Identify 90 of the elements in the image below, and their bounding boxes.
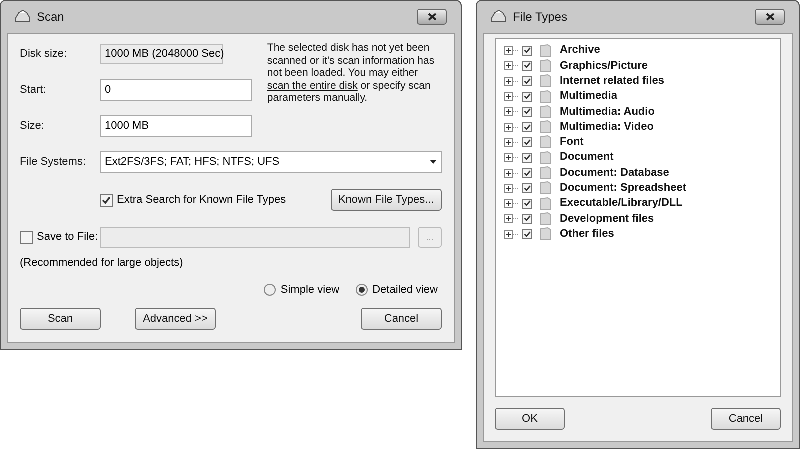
check-icon — [524, 230, 530, 238]
tree-item-label[interactable]: Multimedia: Video — [560, 118, 654, 136]
expand-icon[interactable] — [504, 230, 520, 239]
size-field[interactable]: 1000 MB — [100, 115, 252, 137]
checkbox-label: Save to File: — [37, 230, 100, 246]
folder-icon — [540, 104, 552, 119]
field-label: File Systems: — [20, 154, 88, 170]
tree-item-label[interactable]: Graphics/Picture — [560, 58, 648, 74]
dropdown-value: Ext2FS/3FS; FAT; HFS; NTFS; UFS — [105, 154, 281, 170]
tree-item-label[interactable]: Multimedia: Audio — [560, 104, 655, 120]
checkbox[interactable] — [522, 92, 532, 102]
expand-icon[interactable] — [504, 107, 520, 116]
checkbox[interactable] — [522, 229, 532, 240]
checkbox[interactable] — [522, 60, 532, 71]
check-icon — [524, 154, 530, 162]
checkbox[interactable] — [522, 76, 532, 86]
tree-item-label[interactable]: Multimedia — [560, 88, 618, 105]
window-title: File Types — [513, 9, 568, 26]
checkbox[interactable] — [100, 194, 113, 206]
check-icon — [524, 78, 530, 85]
radio-button[interactable] — [264, 284, 276, 296]
folder-icon — [540, 227, 552, 242]
close-button[interactable] — [417, 9, 447, 25]
tree-item-label[interactable]: Internet related files — [560, 73, 665, 90]
expand-icon[interactable] — [504, 168, 520, 178]
folder-icon — [540, 44, 552, 58]
dialog-button[interactable]: Scan — [20, 308, 101, 330]
checkbox[interactable] — [522, 106, 532, 117]
expand-icon[interactable] — [504, 122, 520, 132]
folder-icon — [540, 120, 552, 134]
folder-icon — [540, 150, 552, 165]
scan-disk-link[interactable]: scan the entire disk — [267, 80, 358, 92]
close-icon — [428, 13, 436, 21]
disk-size-field: 1000 MB (2048000 Sec) — [100, 44, 223, 64]
expand-icon[interactable] — [504, 46, 520, 56]
dialog-button[interactable]: Advanced >> — [135, 308, 216, 330]
tree-item-label[interactable]: Other files — [560, 226, 614, 242]
tree-item-label[interactable]: Font — [560, 134, 584, 151]
dialog-button[interactable]: Cancel — [361, 308, 442, 330]
checkbox-label: Extra Search for Known File Types — [117, 192, 288, 208]
close-button[interactable] — [755, 9, 785, 25]
expand-icon[interactable] — [504, 76, 520, 86]
dialog-button[interactable]: OK — [495, 408, 565, 430]
tree-item-label[interactable]: Document: Database — [560, 164, 670, 182]
folder-icon — [540, 58, 552, 73]
tree-item-label[interactable]: Document: Spreadsheet — [560, 180, 687, 197]
folder-icon — [540, 196, 552, 211]
dialog-button[interactable]: Cancel — [711, 408, 781, 430]
folder-icon — [540, 74, 552, 88]
file-path-field[interactable] — [100, 227, 410, 248]
expand-icon[interactable] — [504, 153, 520, 162]
folder-icon — [540, 166, 552, 180]
checkbox[interactable] — [522, 168, 532, 178]
tree-item-label[interactable]: Executable/Library/DLL — [560, 195, 683, 212]
radio-button[interactable] — [356, 284, 368, 296]
close-icon — [766, 13, 774, 21]
radio-label: Detailed view — [372, 282, 438, 298]
checkbox[interactable] — [522, 46, 532, 56]
file-systems-dropdown[interactable]: Ext2FS/3FS; FAT; HFS; NTFS; UFS — [100, 151, 442, 173]
tree-item-label[interactable]: Development files — [560, 210, 654, 228]
expand-icon[interactable] — [504, 138, 520, 147]
tree-item-label[interactable]: Archive — [560, 42, 600, 59]
check-icon — [102, 196, 111, 204]
note-text: (Recommended for large objects) — [20, 256, 184, 271]
expand-icon[interactable] — [504, 92, 520, 102]
field-label: Size: — [20, 118, 46, 134]
checkbox[interactable] — [522, 198, 532, 209]
dropdown-arrow-icon — [430, 160, 437, 164]
expand-icon[interactable] — [504, 61, 520, 70]
field-label: Start: — [20, 82, 48, 98]
checkbox[interactable] — [522, 122, 532, 132]
radio-label: Simple view — [280, 282, 340, 298]
checkbox[interactable] — [522, 137, 532, 148]
field-label: Disk size: — [20, 46, 68, 62]
expand-icon[interactable] — [504, 214, 520, 224]
folder-icon — [540, 212, 552, 226]
info-text: The selected disk has not yet been scanned or it's scan information has not been loaded. You may either scan the entire disk or specify scan parameters manually. — [267, 42, 436, 106]
checkbox[interactable] — [20, 231, 33, 244]
folder-icon — [540, 135, 552, 150]
expand-icon[interactable] — [504, 199, 520, 208]
tree-item-label[interactable]: Document — [560, 149, 614, 166]
checkbox[interactable] — [522, 183, 532, 194]
checkbox[interactable] — [522, 152, 532, 163]
checkbox[interactable] — [522, 214, 532, 224]
folder-icon — [540, 181, 552, 196]
start-field[interactable]: 0 — [100, 79, 252, 101]
dialog-button[interactable]: Known File Types... — [330, 189, 442, 211]
window-title: Scan — [37, 9, 66, 26]
folder-icon — [540, 90, 552, 104]
expand-icon[interactable] — [504, 184, 520, 193]
